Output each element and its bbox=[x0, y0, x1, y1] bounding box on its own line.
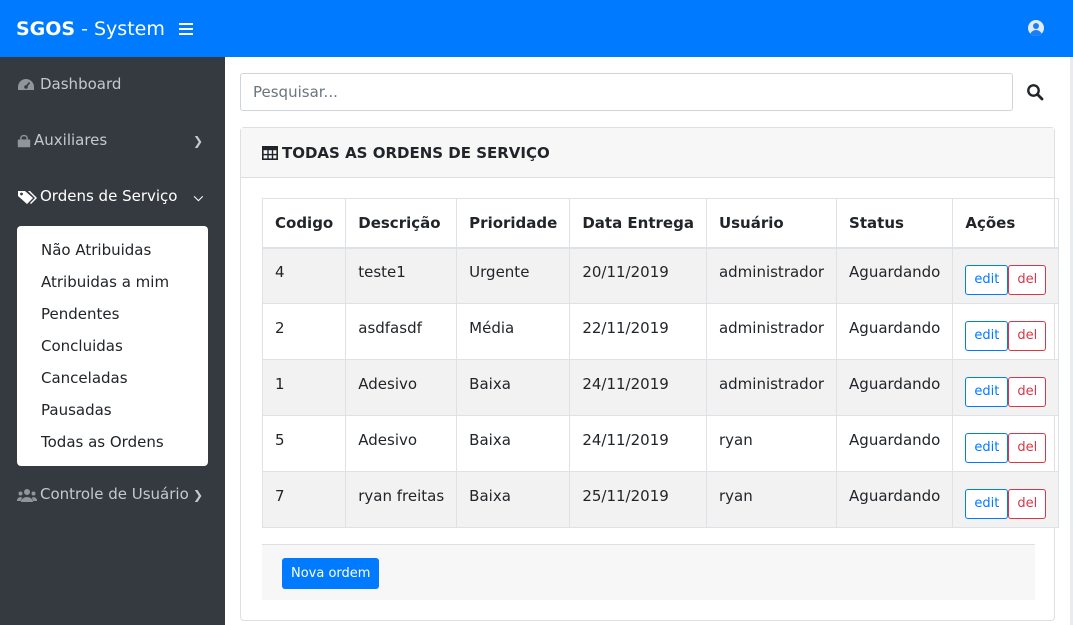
cell-usuario: administrador bbox=[705, 247, 838, 304]
delete-button[interactable]: del bbox=[1008, 376, 1047, 407]
orders-table: Codigo Descrição Prioridade Data Entrega… bbox=[261, 198, 1060, 528]
cell-data-entrega: 20/11/2019 bbox=[569, 247, 707, 304]
edit-button[interactable]: edit bbox=[965, 264, 1009, 295]
col-status: Status bbox=[836, 198, 954, 249]
sidebar-item-label: Dashboard bbox=[40, 75, 122, 93]
cell-status: Aguardando bbox=[836, 415, 954, 472]
cell-status: Aguardando bbox=[836, 359, 954, 416]
cell-descricao: asdfasdf bbox=[345, 303, 458, 360]
submenu-item-atribuidas[interactable]: Atribuidas a mim bbox=[17, 266, 208, 298]
cell-acoes: edit del bbox=[952, 247, 1060, 304]
brand-name: SGOS bbox=[16, 17, 76, 40]
col-usuario: Usuário bbox=[705, 198, 838, 249]
card-header: TODAS AS ORDENS DE SERVIÇO bbox=[241, 128, 1054, 178]
cell-usuario: ryan bbox=[705, 415, 838, 472]
search-button[interactable] bbox=[1017, 73, 1053, 111]
cell-acoes: edit del bbox=[952, 359, 1060, 416]
cell-status: Aguardando bbox=[836, 471, 954, 528]
app-brand[interactable]: SGOS - System bbox=[16, 18, 165, 40]
cell-prioridade: Baixa bbox=[456, 415, 571, 472]
orders-card: TODAS AS ORDENS DE SERVIÇO Codigo Descri… bbox=[240, 127, 1060, 621]
table-row: 2 asdfasdf Média 22/11/2019 administrado… bbox=[261, 303, 1060, 360]
sidebar-item-ordens[interactable]: Ordens de Serviço ⌵ bbox=[0, 177, 225, 217]
card-footer: Nova ordem bbox=[262, 544, 1035, 600]
submenu-item-todas[interactable]: Todas as Ordens bbox=[17, 426, 208, 458]
cell-acoes: edit del bbox=[952, 415, 1060, 472]
cell-codigo: 2 bbox=[261, 303, 347, 360]
top-navbar: SGOS - System bbox=[0, 0, 1073, 57]
cell-data-entrega: 24/11/2019 bbox=[569, 415, 707, 472]
col-descricao: Descrição bbox=[345, 198, 458, 249]
submenu-item-pausadas[interactable]: Pausadas bbox=[17, 394, 208, 426]
cell-prioridade: Baixa bbox=[456, 359, 571, 416]
cell-usuario: ryan bbox=[705, 471, 838, 528]
table-row: 4 teste1 Urgente 20/11/2019 administrado… bbox=[261, 247, 1060, 304]
sidebar-item-label: Ordens de Serviço bbox=[40, 187, 178, 205]
submenu-item-canceladas[interactable]: Canceladas bbox=[17, 362, 208, 394]
table-row: 7 ryan freitas Baixa 25/11/2019 ryan Agu… bbox=[261, 471, 1060, 528]
cell-status: Aguardando bbox=[836, 303, 954, 360]
cell-codigo: 7 bbox=[261, 471, 347, 528]
user-circle-icon[interactable] bbox=[1028, 20, 1044, 36]
cell-status: Aguardando bbox=[836, 247, 954, 304]
cell-prioridade: Baixa bbox=[456, 471, 571, 528]
cell-descricao: ryan freitas bbox=[345, 471, 458, 528]
menu-toggle-icon[interactable] bbox=[178, 22, 193, 35]
cell-data-entrega: 25/11/2019 bbox=[569, 471, 707, 528]
cell-descricao: Adesivo bbox=[345, 415, 458, 472]
sidebar-item-controle-usuario[interactable]: Controle de Usuário ❯ bbox=[0, 475, 225, 515]
cell-usuario: administrador bbox=[705, 359, 838, 416]
col-data-entrega: Data Entrega bbox=[569, 198, 707, 249]
tags-icon bbox=[18, 191, 37, 204]
delete-button[interactable]: del bbox=[1008, 320, 1047, 351]
submenu-item-pendentes[interactable]: Pendentes bbox=[17, 298, 208, 330]
ordens-submenu: Não Atribuidas Atribuidas a mim Pendente… bbox=[17, 226, 208, 466]
brand-suffix: System bbox=[93, 17, 165, 40]
sidebar-item-label: Auxiliares bbox=[34, 131, 108, 149]
cell-codigo: 5 bbox=[261, 415, 347, 472]
search-input[interactable] bbox=[240, 73, 1013, 111]
col-prioridade: Prioridade bbox=[456, 198, 571, 249]
brand-separator: - bbox=[81, 17, 88, 40]
chevron-right-icon: ❯ bbox=[192, 488, 203, 502]
card-title: TODAS AS ORDENS DE SERVIÇO bbox=[282, 143, 550, 162]
chevron-down-icon: ⌵ bbox=[193, 190, 203, 204]
edit-button[interactable]: edit bbox=[965, 320, 1009, 351]
col-codigo: Codigo bbox=[261, 198, 347, 249]
search-icon bbox=[1027, 84, 1044, 101]
sidebar-item-auxiliares[interactable]: Auxiliares ❯ bbox=[0, 121, 225, 161]
delete-button[interactable]: del bbox=[1008, 264, 1047, 295]
edit-button[interactable]: edit bbox=[965, 488, 1009, 519]
cell-usuario: administrador bbox=[705, 303, 838, 360]
edit-button[interactable]: edit bbox=[965, 376, 1009, 407]
chevron-right-icon: ❯ bbox=[192, 134, 203, 148]
submenu-item-concluidas[interactable]: Concluidas bbox=[17, 330, 208, 362]
table-row: 1 Adesivo Baixa 24/11/2019 administrador… bbox=[261, 359, 1060, 416]
cell-codigo: 4 bbox=[261, 247, 347, 304]
cell-prioridade: Urgente bbox=[456, 247, 571, 304]
table-header-row: Codigo Descrição Prioridade Data Entrega… bbox=[261, 198, 1060, 249]
new-order-button[interactable]: Nova ordem bbox=[282, 558, 380, 589]
cell-prioridade: Média bbox=[456, 303, 571, 360]
tachometer-icon bbox=[18, 79, 34, 90]
shopping-bag-icon bbox=[17, 134, 31, 148]
sidebar-item-dashboard[interactable]: Dashboard bbox=[0, 65, 225, 105]
cell-codigo: 1 bbox=[261, 359, 347, 416]
col-acoes: Ações bbox=[952, 198, 1060, 249]
submenu-item-nao-atribuidas[interactable]: Não Atribuidas bbox=[17, 234, 208, 266]
sidebar-item-label: Controle de Usuário bbox=[40, 485, 189, 503]
cell-descricao: teste1 bbox=[345, 247, 458, 304]
cell-data-entrega: 22/11/2019 bbox=[569, 303, 707, 360]
table-row: 5 Adesivo Baixa 24/11/2019 ryan Aguardan… bbox=[261, 415, 1060, 472]
edit-button[interactable]: edit bbox=[965, 432, 1009, 463]
cell-descricao: Adesivo bbox=[345, 359, 458, 416]
delete-button[interactable]: del bbox=[1008, 488, 1047, 519]
cell-acoes: edit del bbox=[952, 471, 1060, 528]
users-icon bbox=[17, 489, 37, 502]
delete-button[interactable]: del bbox=[1008, 432, 1047, 463]
cell-data-entrega: 24/11/2019 bbox=[569, 359, 707, 416]
table-icon bbox=[262, 145, 278, 160]
cell-acoes: edit del bbox=[952, 303, 1060, 360]
